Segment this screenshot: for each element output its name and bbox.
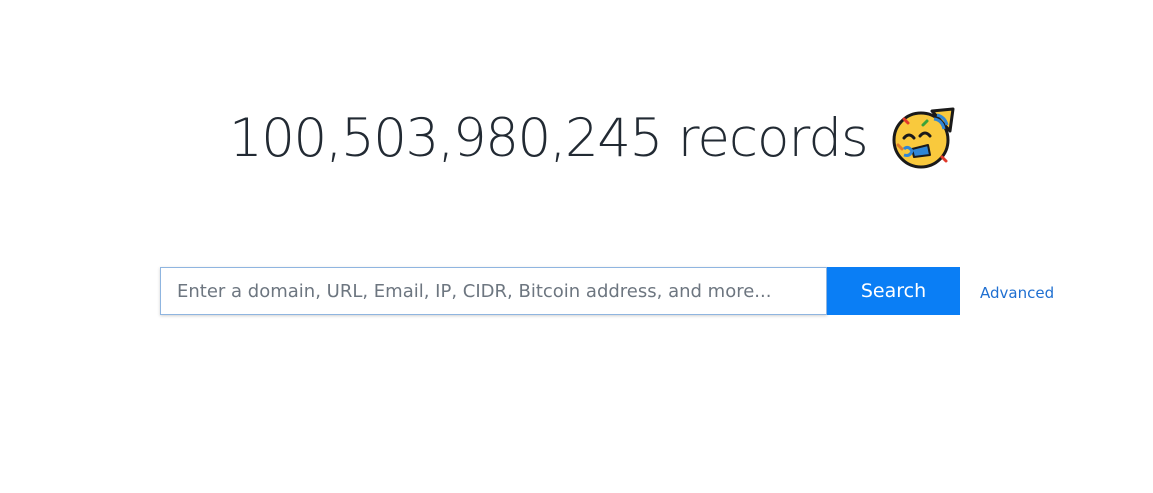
- search-bar: Search Advanced: [160, 267, 1054, 315]
- record-count-label: records: [677, 107, 869, 169]
- record-count: 100,503,980,245: [229, 107, 663, 169]
- advanced-search-link[interactable]: Advanced: [980, 280, 1054, 302]
- search-input[interactable]: [160, 267, 827, 315]
- record-count-headline: 100,503,980,245 records: [229, 100, 956, 176]
- partying-face-icon: [890, 105, 956, 171]
- page: 100,503,980,245 records Enter a domain, …: [0, 0, 1153, 493]
- search-button[interactable]: Search: [827, 267, 960, 315]
